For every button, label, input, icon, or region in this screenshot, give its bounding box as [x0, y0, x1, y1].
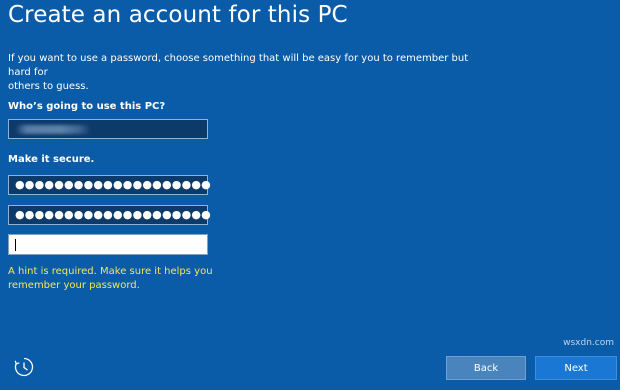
confirm-password-mask: ●●●●●●●●●●●●●●●●●●●●: [15, 208, 211, 221]
blurred-username: [15, 125, 91, 134]
password-label: Make it secure.: [8, 154, 95, 165]
watermark: wsxdn.com: [563, 338, 614, 348]
password-mask: ●●●●●●●●●●●●●●●●●●●●: [15, 178, 211, 191]
username-input[interactable]: [8, 119, 208, 139]
intro-text: If you want to use a password, choose so…: [8, 53, 469, 92]
hint-error-message: A hint is required. Make sure it helps y…: [8, 266, 213, 291]
confirm-password-input[interactable]: ●●●●●●●●●●●●●●●●●●●●: [8, 205, 211, 225]
password-input[interactable]: ●●●●●●●●●●●●●●●●●●●●: [8, 175, 211, 195]
back-button[interactable]: Back: [446, 356, 526, 380]
password-hint-input[interactable]: [8, 234, 208, 255]
username-label: Who’s going to use this PC?: [8, 101, 166, 112]
ease-of-access-icon[interactable]: [12, 355, 36, 379]
page-title: Create an account for this PC: [8, 2, 348, 28]
text-caret: [15, 239, 16, 251]
next-button[interactable]: Next: [535, 356, 617, 380]
